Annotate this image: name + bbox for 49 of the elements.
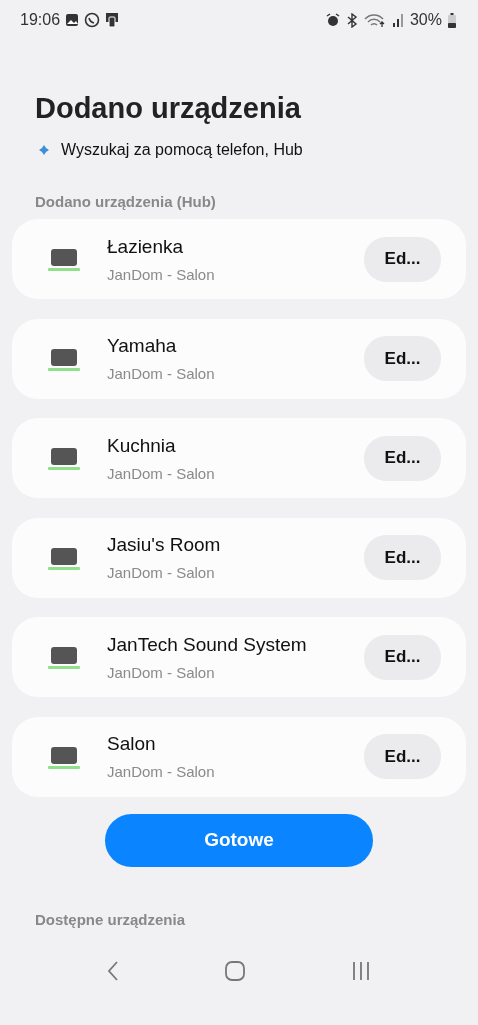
chat-icon [84,12,101,28]
section-header: Dostępne urządzenia [35,910,187,928]
device-name: Kuchnia [107,434,177,457]
clock: 19:06 [20,11,61,29]
device-name: Salon [107,733,157,755]
alarm-icon [325,13,340,27]
device-location: JanDom - Salon [107,464,216,482]
gallery-icon [65,13,80,27]
edit-button[interactable]: Ed... [364,634,441,680]
device-location: JanDom - Salon [107,763,216,780]
device-location: JanDom - Salon [107,365,216,382]
recents-icon[interactable] [350,960,371,981]
speaker-icon [48,744,80,769]
device-card[interactable]: JanTech Sound System JanDom - Salon Ed... [12,617,466,697]
section-header: Dodano urządzenia (Hub) [35,193,217,210]
device-card[interactable]: Kuchnia JanDom - Salon Ed... [12,418,466,498]
signal-icon [391,13,404,27]
edit-button[interactable]: Ed... [364,734,441,779]
device-card[interactable]: Jasiu's Room JanDom - Salon Ed... [12,517,466,598]
page-title: Dodano urządzenia [35,92,302,125]
home-icon[interactable] [224,959,246,982]
edit-button[interactable]: Ed... [364,336,441,381]
device-card[interactable]: Łazienka JanDom - Salon Ed... [12,219,466,299]
device-card[interactable]: Yamaha JanDom - Salon Ed... [12,318,466,399]
edit-button[interactable]: Ed... [364,236,441,282]
back-icon[interactable] [107,959,120,982]
speaker-icon [48,545,80,570]
device-name: JanTech Sound System [107,633,308,656]
speaker-icon [48,446,80,470]
battery-percent: 30% [409,11,442,29]
speaker-icon [48,247,80,271]
device-name: Yamaha [107,335,178,357]
device-card[interactable]: Salon JanDom - Salon Ed... [12,716,466,797]
sparkle-icon [39,145,49,155]
device-name: Jasiu's Room [107,534,222,556]
device-icon [105,12,120,28]
speaker-icon [48,346,80,371]
speaker-icon [48,645,80,669]
bluetooth-icon [345,12,358,28]
done-button[interactable]: Gotowe [105,813,373,867]
edit-button[interactable]: Ed... [364,535,441,580]
battery-icon [448,12,456,28]
device-name: Łazienka [107,235,185,258]
device-location: JanDom - Salon [107,564,216,581]
edit-button[interactable]: Ed... [364,435,441,481]
search-hint: Wyszukaj za pomocą telefon, Hub [61,141,303,159]
wifi-icon [363,12,386,28]
device-location: JanDom - Salon [107,663,216,681]
device-location: JanDom - Salon [107,265,216,283]
